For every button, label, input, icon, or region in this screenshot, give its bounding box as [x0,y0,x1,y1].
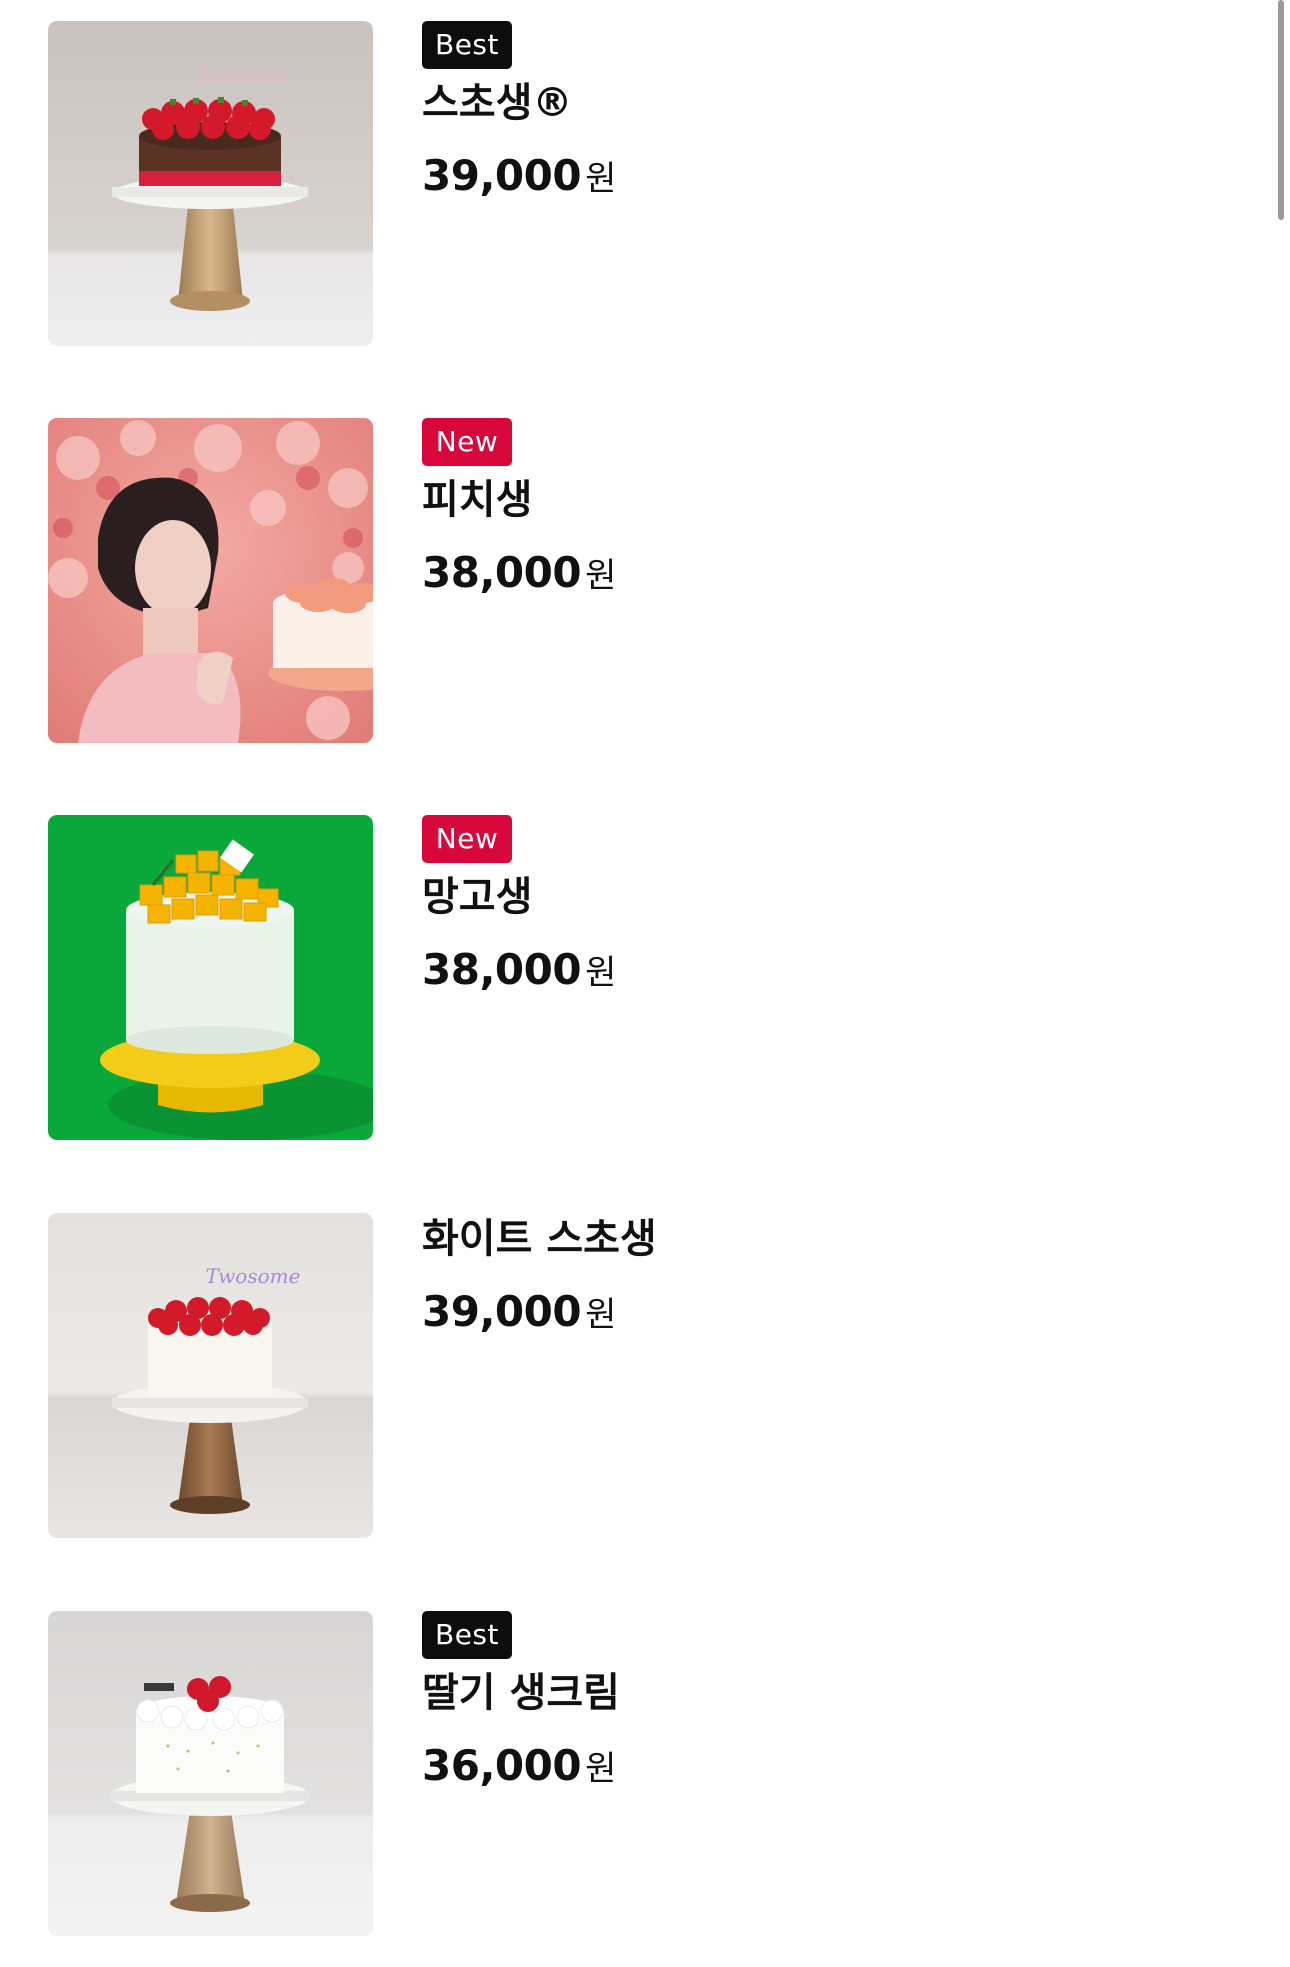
product-price: 38,000 원 [422,945,616,994]
price-amount: 39,000 [422,1287,582,1336]
product-image[interactable] [48,418,373,743]
product-item-strawberry-cream-cake[interactable]: Best 딸기 생크림 36,000 원 [48,1611,1198,1936]
product-item-strawberry-chocolate-cake[interactable]: Twosome Best 스초생® 39,000 원 [48,21,1198,346]
peach-cake-with-model-image [48,418,373,743]
product-image[interactable]: Twosome [48,21,373,346]
new-badge: New [422,418,512,466]
twosome-logo-text: Twosome [196,64,291,88]
price-unit: 원 [585,1295,617,1335]
product-image[interactable]: Twosome [48,1213,373,1538]
product-price: 39,000 원 [422,1287,616,1336]
price-unit: 원 [585,159,617,199]
price-amount: 39,000 [422,151,582,200]
product-price: 38,000 원 [422,548,616,597]
new-badge: New [422,815,512,863]
best-badge: Best [422,1611,512,1659]
product-price: 39,000 원 [422,151,616,200]
product-name[interactable]: 스초생® [422,77,572,129]
strawberry-cream-cake-image [48,1611,373,1936]
product-name[interactable]: 화이트 스초생 [422,1213,657,1265]
product-name[interactable]: 딸기 생크림 [422,1667,620,1719]
twosome-logo-text: Twosome [206,1264,301,1288]
mango-cake-image [48,815,373,1140]
product-name[interactable]: 피치생 [422,474,532,526]
best-badge: Best [422,21,512,69]
product-price: 36,000 원 [422,1741,616,1790]
price-unit: 원 [585,1749,617,1789]
white-strawberry-cake-image: Twosome [48,1213,373,1538]
price-amount: 38,000 [422,945,582,994]
product-item-mango-cake[interactable]: New 망고생 38,000 원 [48,815,1198,1140]
price-unit: 원 [585,556,617,596]
product-image[interactable] [48,1611,373,1936]
price-amount: 38,000 [422,548,582,597]
strawberry-chocolate-cake-image: Twosome [48,21,373,346]
product-item-peach-cake[interactable]: New 피치생 38,000 원 [48,418,1198,743]
product-item-white-strawberry-cake[interactable]: Twosome 화이트 스초생 39,000 원 [48,1213,1198,1538]
scrollbar[interactable] [1278,0,1284,220]
price-amount: 36,000 [422,1741,582,1790]
price-unit: 원 [585,953,617,993]
product-image[interactable] [48,815,373,1140]
product-name[interactable]: 망고생 [422,871,532,923]
